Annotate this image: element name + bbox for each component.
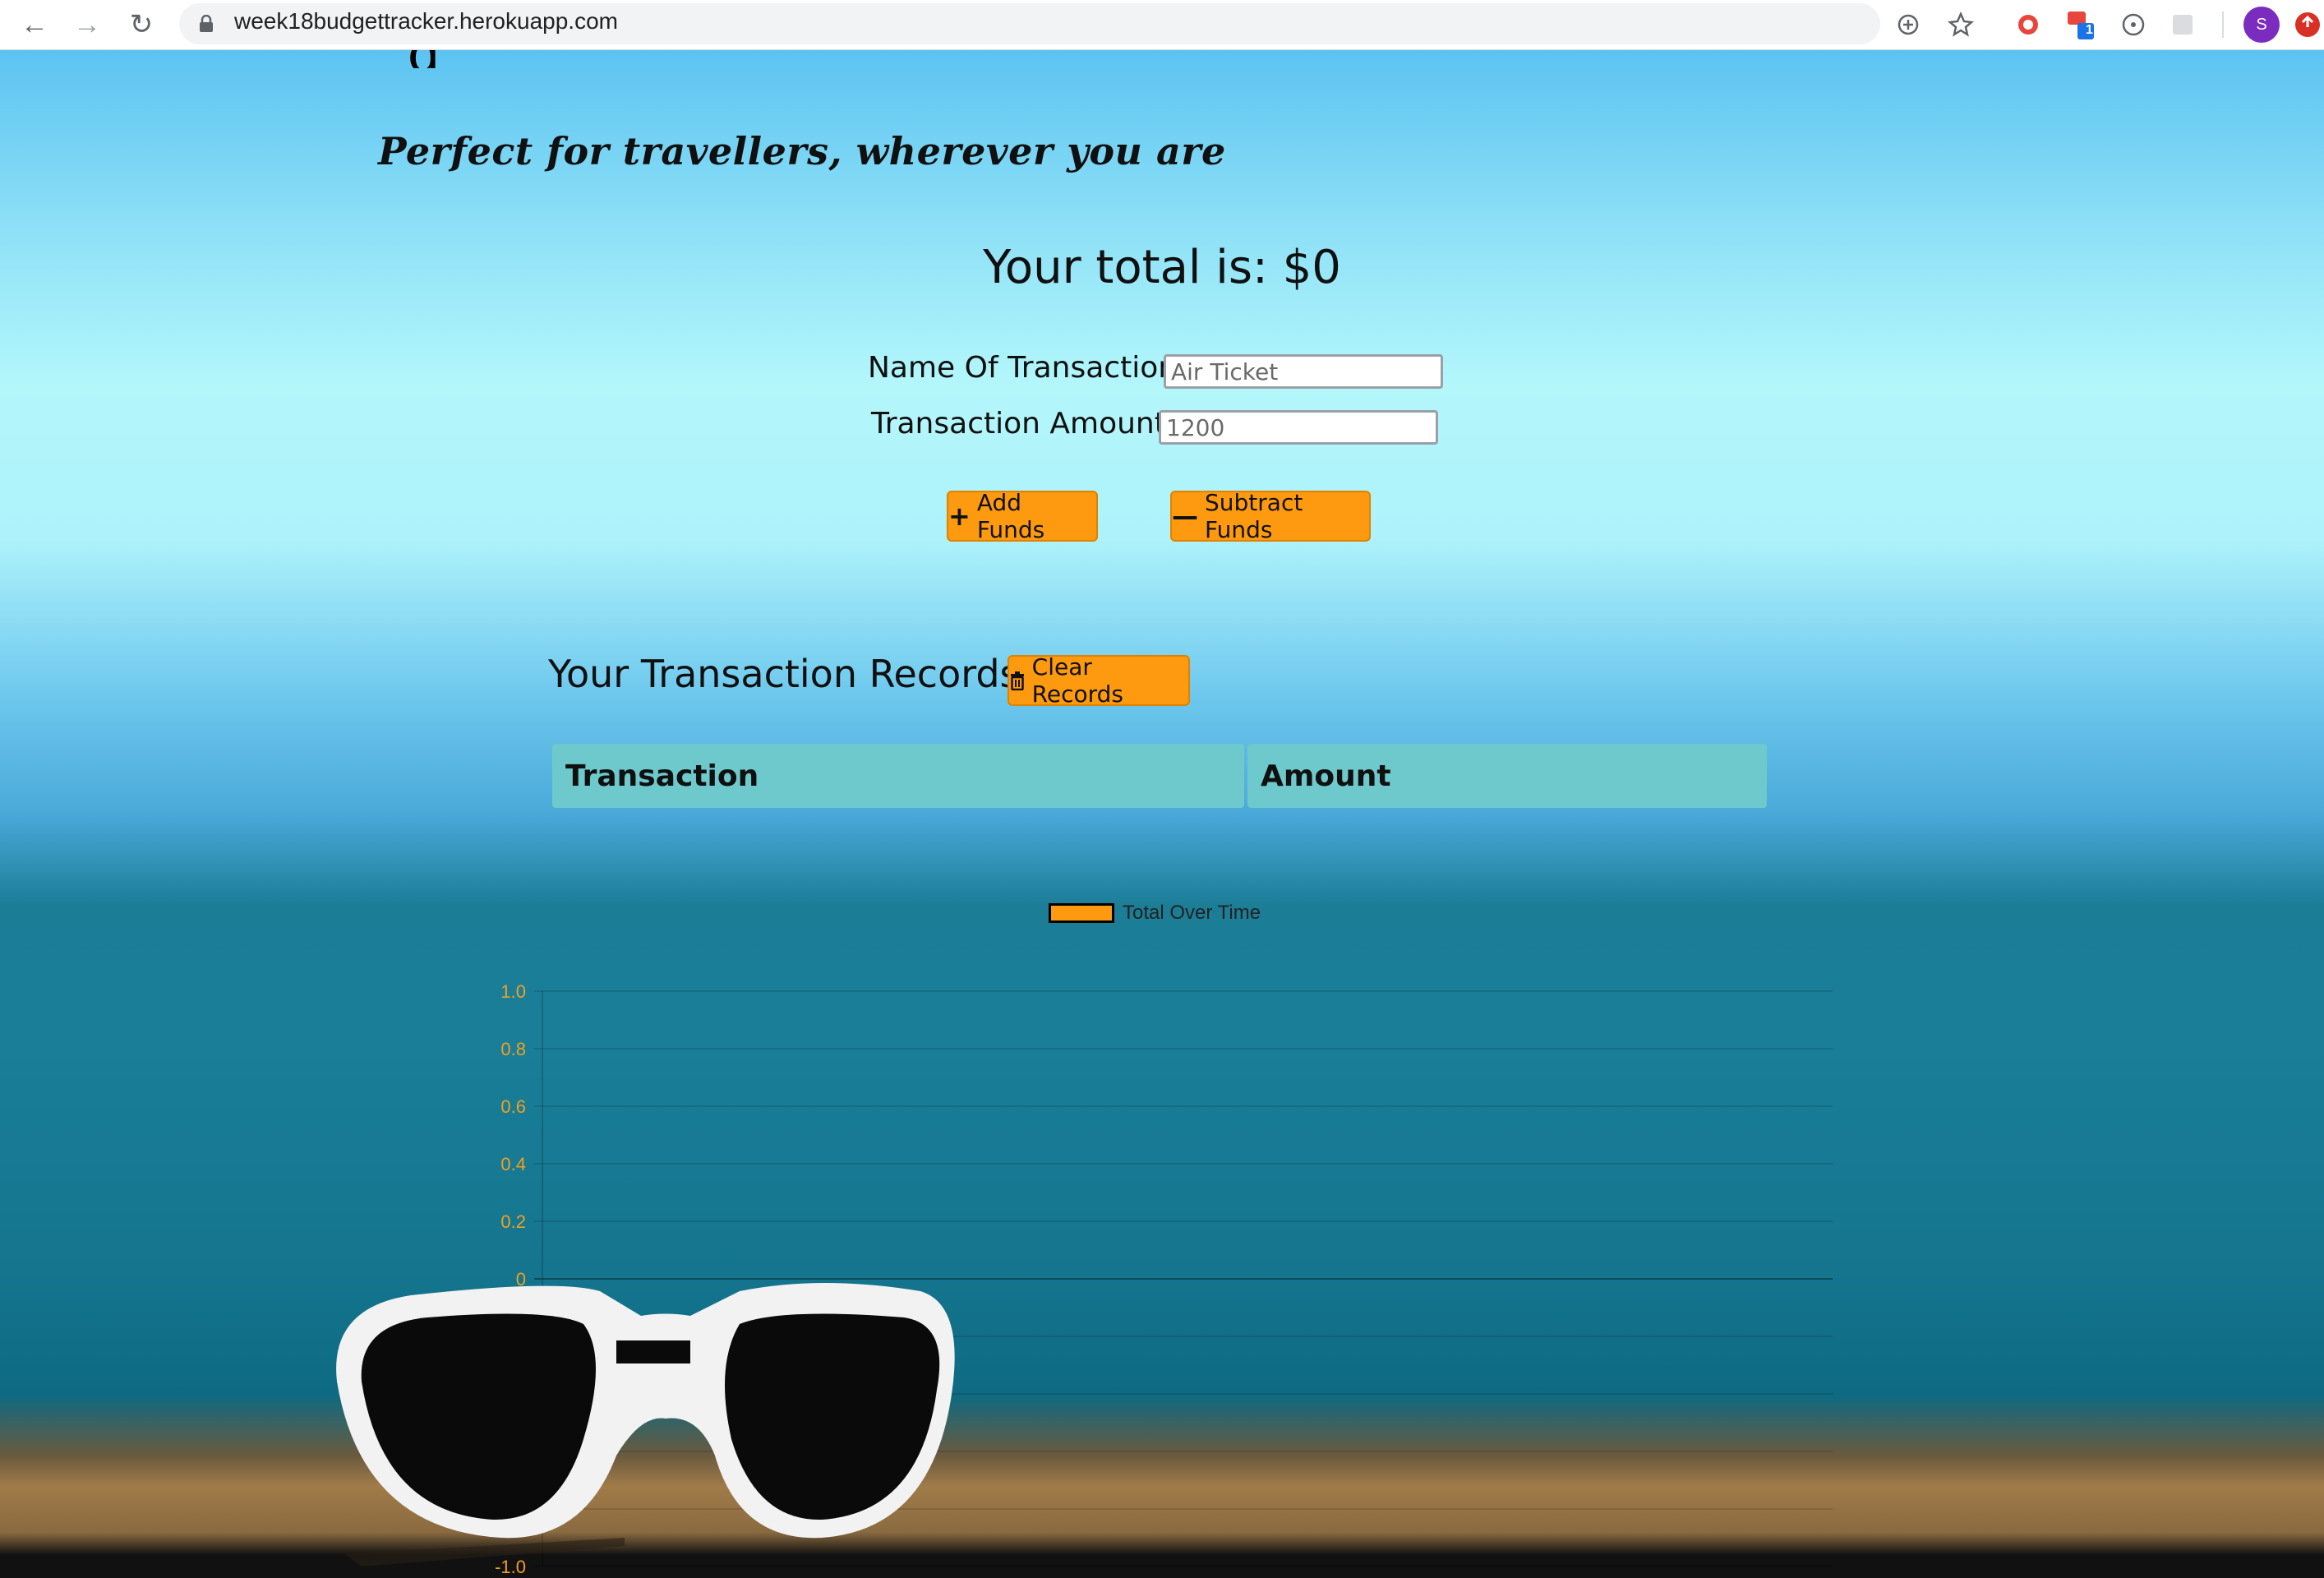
subtract-funds-label: Subtract Funds [1205,489,1303,543]
transaction-name-label: Name Of Transaction: [868,351,1187,385]
trash-icon [1011,671,1024,690]
bookmark-star-icon[interactable] [1944,8,1977,41]
y-tick-label: 0.8 [500,1039,526,1059]
url-text[interactable]: week18budgettracker.herokuapp.com [234,8,618,35]
page-content: g Perfect for travellers, wherever you a… [0,50,2324,1578]
back-icon[interactable]: ← [16,7,53,43]
extension-grey-icon[interactable] [2166,8,2199,41]
y-tick-label: 0.4 [500,1154,526,1174]
clear-records-button[interactable]: Clear Records [1008,653,1190,708]
extension-red-alert-icon[interactable] [2291,8,2324,41]
lock-icon [200,15,213,32]
profile-avatar[interactable]: S [2243,7,2280,43]
table-header-transaction[interactable]: Transaction [552,744,1244,808]
extension-badge-icon[interactable]: 1 [2064,8,2097,41]
sunglasses-image [336,1283,955,1566]
legend-swatch [1049,903,1114,923]
total-display: Your total is: $0 [983,241,1341,294]
records-title: Your Transaction Records [548,652,1020,696]
page-heading-partial: g [408,50,440,68]
y-tick-label: 0.2 [500,1211,526,1232]
extension-badge-count: 1 [2086,23,2093,37]
y-tick-label: 1.0 [500,981,526,1002]
clear-records-label: Clear Records [1031,653,1124,708]
transaction-amount-input[interactable] [1159,410,1438,445]
minus-icon: — [1172,501,1198,532]
reload-icon[interactable]: ↻ [123,7,159,43]
zoom-icon[interactable] [1892,8,1925,41]
toolbar-divider [2222,12,2224,38]
transaction-name-input[interactable] [1164,354,1443,389]
subtract-funds-button[interactable]: — Subtract Funds [1170,489,1371,543]
browser-toolbar: ← → ↻ week18budgettracker.herokuapp.com … [0,0,2324,50]
forward-icon[interactable]: → [69,7,105,43]
add-funds-label: Add Funds [976,489,1045,543]
tagline: Perfect for travellers, wherever you are [378,129,1226,173]
y-tick-label: 0.6 [500,1096,526,1117]
plus-icon: + [948,501,971,532]
add-funds-button[interactable]: + Add Funds [947,489,1098,543]
transaction-amount-label: Transaction Amount: [871,407,1176,441]
table-header-amount[interactable]: Amount [1247,744,1767,808]
extension-circle-icon[interactable] [2117,8,2150,41]
extension-red-icon[interactable] [2012,8,2045,41]
